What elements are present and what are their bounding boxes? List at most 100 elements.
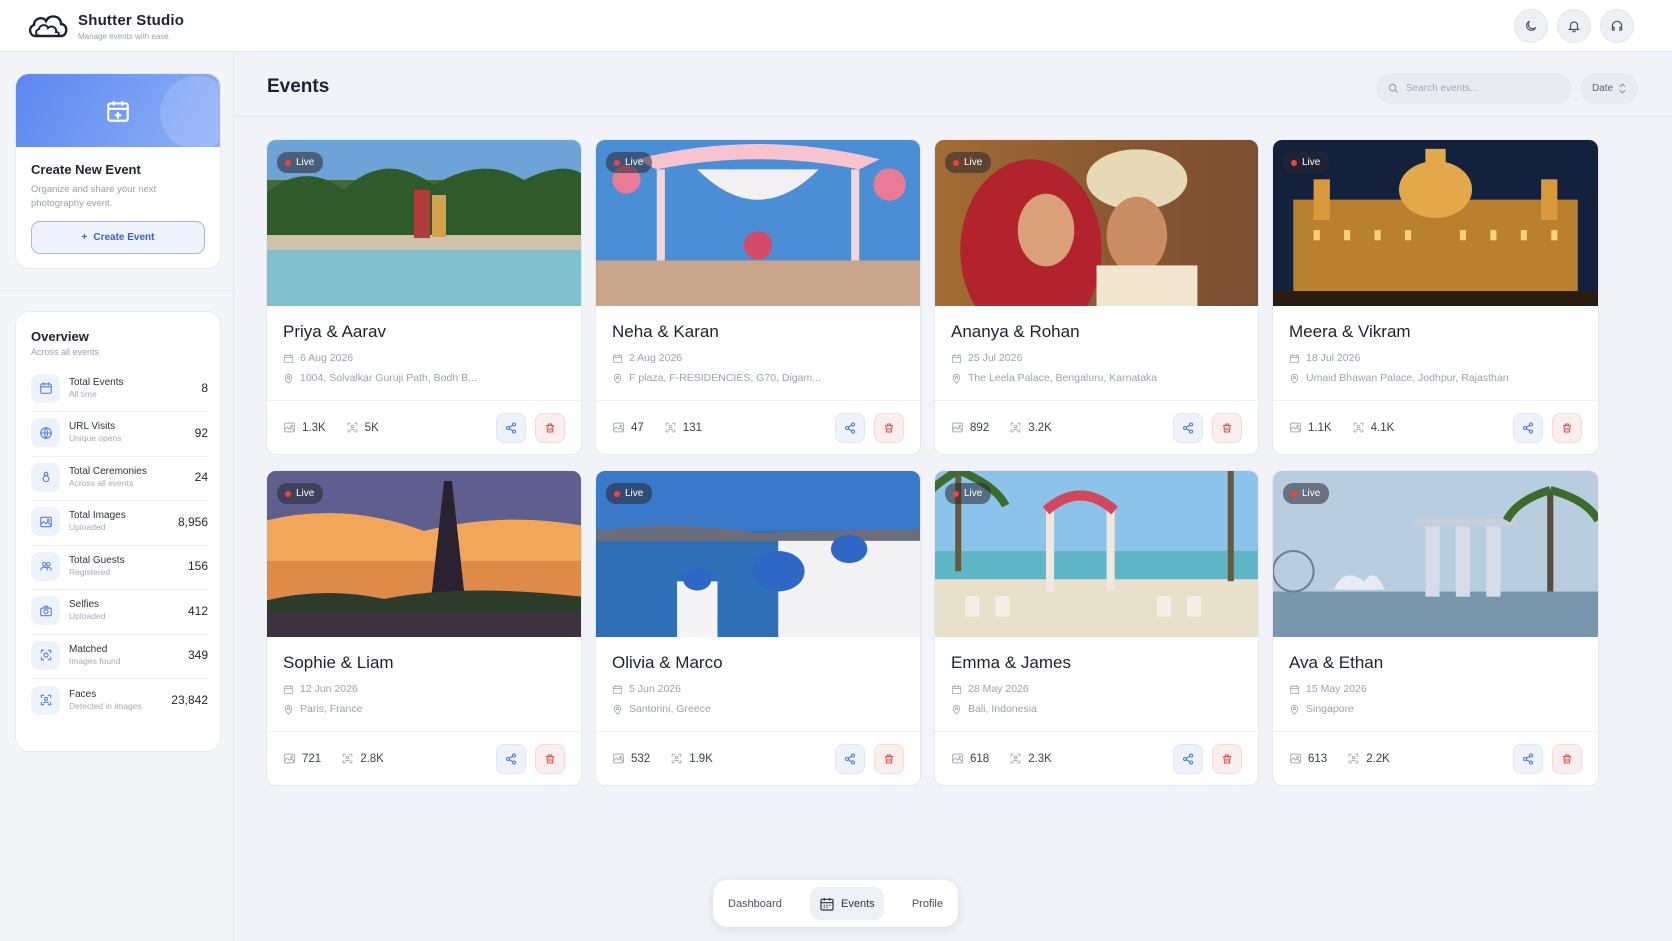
share-icon xyxy=(1182,752,1194,765)
delete-button[interactable] xyxy=(535,743,565,774)
event-cover-image[interactable]: Live xyxy=(1273,140,1598,306)
stat-icon xyxy=(31,507,60,536)
share-icon xyxy=(844,421,856,434)
delete-button[interactable] xyxy=(1212,743,1242,774)
stat-value: 8,956 xyxy=(177,514,208,529)
live-dot-icon xyxy=(1291,159,1297,166)
stat-value: 156 xyxy=(187,559,208,573)
face-scan-icon xyxy=(346,421,359,434)
brand[interactable]: Shutter Studio Manage events with ease. xyxy=(26,11,184,41)
event-date: 5 Jun 2026 xyxy=(612,683,920,695)
create-event-button[interactable]: + Create Event xyxy=(31,221,205,254)
nav-item-dashboard[interactable]: Dashboard xyxy=(719,887,791,920)
share-button[interactable] xyxy=(1513,743,1543,774)
nav-item-events[interactable]: Events xyxy=(810,887,884,920)
events-grid: Live Priya & Aarav 6 Aug 2026 1004, Solvalk… xyxy=(266,139,1600,786)
event-cover-image[interactable]: Live xyxy=(935,471,1258,637)
sort-select[interactable]: Date xyxy=(1580,73,1638,104)
delete-button[interactable] xyxy=(874,412,904,443)
event-card[interactable]: Live Emma & James 28 May 2026 Bali, Indones… xyxy=(934,470,1259,786)
face-count-value: 131 xyxy=(682,421,702,434)
stat-value: 92 xyxy=(194,425,208,440)
sort-select-label: Date xyxy=(1591,83,1614,94)
share-button[interactable] xyxy=(1173,412,1203,443)
stat-value: 349 xyxy=(187,648,208,662)
image-count-value: 721 xyxy=(302,752,322,765)
face-count: 1.9K xyxy=(670,752,713,765)
share-button[interactable] xyxy=(835,412,865,443)
event-title[interactable]: Olivia & Marco xyxy=(612,653,920,673)
live-dot-icon xyxy=(285,159,291,166)
event-location: 1004, Solvalkar Guruji Path, Bodh B... xyxy=(283,372,581,384)
event-card-footer: 618 2.3K xyxy=(935,731,1258,785)
notifications-button[interactable] xyxy=(1557,9,1591,43)
event-title[interactable]: Ananya & Rohan xyxy=(951,322,1258,342)
overview-panel: Overview Across all events Total Events A… xyxy=(15,311,221,752)
share-button[interactable] xyxy=(1513,412,1543,443)
delete-button[interactable] xyxy=(1552,412,1582,443)
event-title[interactable]: Meera & Vikram xyxy=(1289,322,1598,342)
support-button[interactable] xyxy=(1600,9,1634,43)
event-date: 6 Aug 2026 xyxy=(283,352,581,364)
image-count-value: 1.1K xyxy=(1308,421,1332,434)
nav-item-profile[interactable]: Profile xyxy=(903,887,952,920)
event-card[interactable]: Live Sophie & Liam 12 Jun 2026 Paris, Franc… xyxy=(266,470,582,786)
event-location-text: Santorini, Greece xyxy=(629,703,711,715)
share-button[interactable] xyxy=(496,412,526,443)
image-count: 618 xyxy=(951,752,989,765)
event-card[interactable]: Live Meera & Vikram 18 Jul 2026 Umaid Bhawa… xyxy=(1272,139,1599,455)
event-card[interactable]: Live Olivia & Marco 5 Jun 2026 Santorini, G… xyxy=(595,470,921,786)
search-input[interactable] xyxy=(1406,83,1556,94)
stat-label: URL Visits xyxy=(69,421,116,432)
share-button[interactable] xyxy=(496,743,526,774)
event-cover-image[interactable]: Live xyxy=(1273,471,1598,637)
delete-button[interactable] xyxy=(1212,412,1242,443)
event-title[interactable]: Emma & James xyxy=(951,653,1258,673)
event-title[interactable]: Neha & Karan xyxy=(612,322,920,342)
delete-button[interactable] xyxy=(535,412,565,443)
event-card[interactable]: Live Ananya & Rohan 25 Jul 2026 The Leela P… xyxy=(934,139,1259,455)
face-scan-icon xyxy=(39,693,53,707)
stat-label: Total Ceremonies xyxy=(69,465,147,477)
event-card[interactable]: Live Ava & Ethan 15 May 2026 Singapore 613 2.… xyxy=(1272,470,1599,786)
live-badge: Live xyxy=(1283,483,1330,504)
event-location: Paris, France xyxy=(283,703,581,715)
trash-icon xyxy=(1221,753,1233,765)
globe-icon xyxy=(39,426,53,440)
stat-icon xyxy=(31,551,60,581)
event-title[interactable]: Sophie & Liam xyxy=(283,653,581,673)
image-count-value: 47 xyxy=(631,421,644,434)
calendar-icon xyxy=(819,896,835,912)
event-cover-image[interactable]: Live xyxy=(596,140,920,306)
events-header: Events Date xyxy=(234,52,1672,117)
face-count-value: 1.9K xyxy=(689,752,713,765)
image-icon xyxy=(1289,421,1302,434)
event-cover-image[interactable]: Live xyxy=(267,471,581,637)
event-title[interactable]: Priya & Aarav xyxy=(283,322,581,342)
event-card[interactable]: Live Neha & Karan 2 Aug 2026 F plaza, F-RES… xyxy=(595,139,921,455)
delete-button[interactable] xyxy=(1552,743,1582,774)
sidebar: Create New Event Organize and share your… xyxy=(0,52,234,941)
event-cover-image[interactable]: Live xyxy=(935,140,1258,306)
theme-toggle-button[interactable] xyxy=(1514,9,1548,43)
event-title[interactable]: Ava & Ethan xyxy=(1289,653,1598,673)
share-icon xyxy=(1522,752,1534,765)
event-cover-image[interactable]: Live xyxy=(267,140,581,306)
event-cover-image[interactable]: Live xyxy=(596,471,920,637)
image-icon xyxy=(1289,752,1302,765)
stat-sublabel: Images found xyxy=(69,655,121,666)
event-card[interactable]: Live Priya & Aarav 6 Aug 2026 1004, Solvalk… xyxy=(266,139,582,455)
share-button[interactable] xyxy=(1173,743,1203,774)
calendar-icon xyxy=(612,684,623,695)
face-scan-icon xyxy=(1009,421,1022,434)
live-badge-label: Live xyxy=(1302,488,1321,499)
event-date: 15 May 2026 xyxy=(1289,683,1598,695)
top-bar: Shutter Studio Manage events with ease. xyxy=(0,0,1672,52)
app-tagline: Manage events with ease. xyxy=(78,31,171,41)
delete-button[interactable] xyxy=(874,743,904,774)
trash-icon xyxy=(544,753,556,765)
event-card-footer: 892 3.2K xyxy=(935,400,1258,454)
share-button[interactable] xyxy=(835,743,865,774)
nav-item-label: Events xyxy=(841,897,875,910)
image-icon xyxy=(951,421,964,434)
